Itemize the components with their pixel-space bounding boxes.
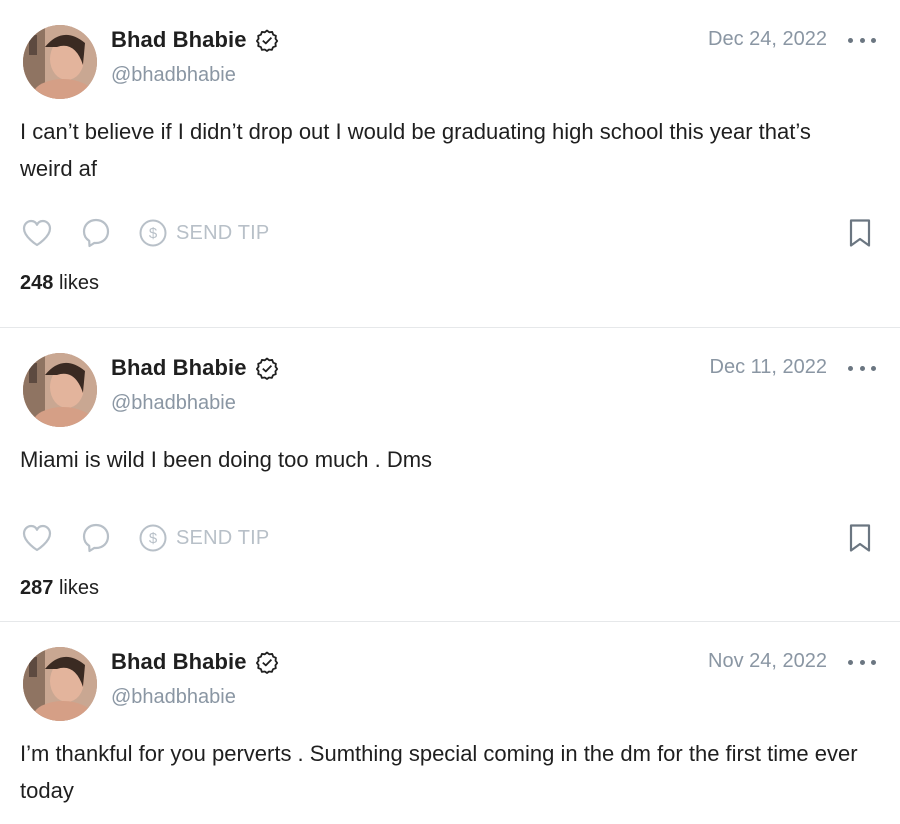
send-tip-button[interactable]: $ SEND TIP — [138, 218, 269, 248]
likes-label: likes — [58, 577, 99, 599]
post: Bhad Bhabie @bhadbhabie Nov 24, 2022 I’m… — [0, 622, 900, 824]
heart-icon[interactable] — [20, 216, 54, 250]
comment-icon[interactable] — [79, 216, 113, 250]
send-tip-label: SEND TIP — [176, 526, 270, 549]
post-text: I’m thankful for you perverts . Sumthing… — [20, 741, 858, 803]
dollar-icon: $ — [139, 219, 167, 247]
author-name[interactable]: Bhad Bhabie — [111, 649, 247, 675]
bookmark-icon[interactable] — [844, 217, 876, 249]
author-row: Bhad Bhabie — [111, 649, 279, 675]
author-handle[interactable]: @bhadbhabie — [111, 64, 236, 87]
send-tip-label: SEND TIP — [176, 221, 270, 244]
comment-icon[interactable] — [79, 521, 113, 555]
post-date[interactable]: Dec 11, 2022 — [710, 356, 828, 379]
author-handle[interactable]: @bhadbhabie — [111, 392, 236, 415]
likes-label: likes — [58, 272, 99, 294]
likes-number: 248 — [20, 272, 54, 294]
post-date[interactable]: Dec 24, 2022 — [708, 28, 827, 51]
avatar[interactable] — [23, 25, 97, 99]
bookmark-icon[interactable] — [844, 522, 876, 554]
dollar-icon: $ — [139, 524, 167, 552]
svg-text:$: $ — [149, 225, 158, 242]
more-icon[interactable] — [848, 652, 876, 672]
avatar[interactable] — [23, 353, 97, 427]
more-icon[interactable] — [848, 30, 876, 50]
likes-count[interactable]: 248 likes — [20, 272, 99, 295]
post-date[interactable]: Nov 24, 2022 — [708, 650, 827, 673]
post: Bhad Bhabie @bhadbhabie Dec 24, 2022 I c… — [0, 0, 900, 327]
author-name[interactable]: Bhad Bhabie — [111, 27, 247, 53]
svg-text:$: $ — [149, 530, 158, 547]
post-header: Bhad Bhabie @bhadbhabie Nov 24, 2022 — [20, 645, 900, 721]
heart-icon[interactable] — [20, 521, 54, 555]
post-feed: Bhad Bhabie @bhadbhabie Dec 24, 2022 I c… — [0, 0, 900, 824]
post-actions: $ SEND TIP — [20, 518, 880, 558]
send-tip-button[interactable]: $ SEND TIP — [138, 523, 269, 553]
post-text: I can’t believe if I didn’t drop out I w… — [20, 119, 811, 181]
author-handle[interactable]: @bhadbhabie — [111, 686, 236, 709]
verified-icon — [255, 356, 279, 380]
author-row: Bhad Bhabie — [111, 355, 279, 381]
avatar[interactable] — [23, 647, 97, 721]
more-icon[interactable] — [848, 358, 876, 378]
verified-icon — [255, 650, 279, 674]
post-header: Bhad Bhabie @bhadbhabie Dec 24, 2022 — [20, 23, 900, 99]
verified-icon — [255, 28, 279, 52]
post-header: Bhad Bhabie @bhadbhabie Dec 11, 2022 — [20, 351, 900, 427]
post: Bhad Bhabie @bhadbhabie Dec 11, 2022 Mia… — [0, 328, 900, 621]
author-row: Bhad Bhabie — [111, 27, 279, 53]
post-text: Miami is wild I been doing too much . Dm… — [20, 447, 433, 472]
likes-count[interactable]: 287 likes — [20, 577, 99, 600]
author-name[interactable]: Bhad Bhabie — [111, 355, 247, 381]
likes-number: 287 — [20, 577, 54, 599]
post-actions: $ SEND TIP — [20, 213, 880, 253]
